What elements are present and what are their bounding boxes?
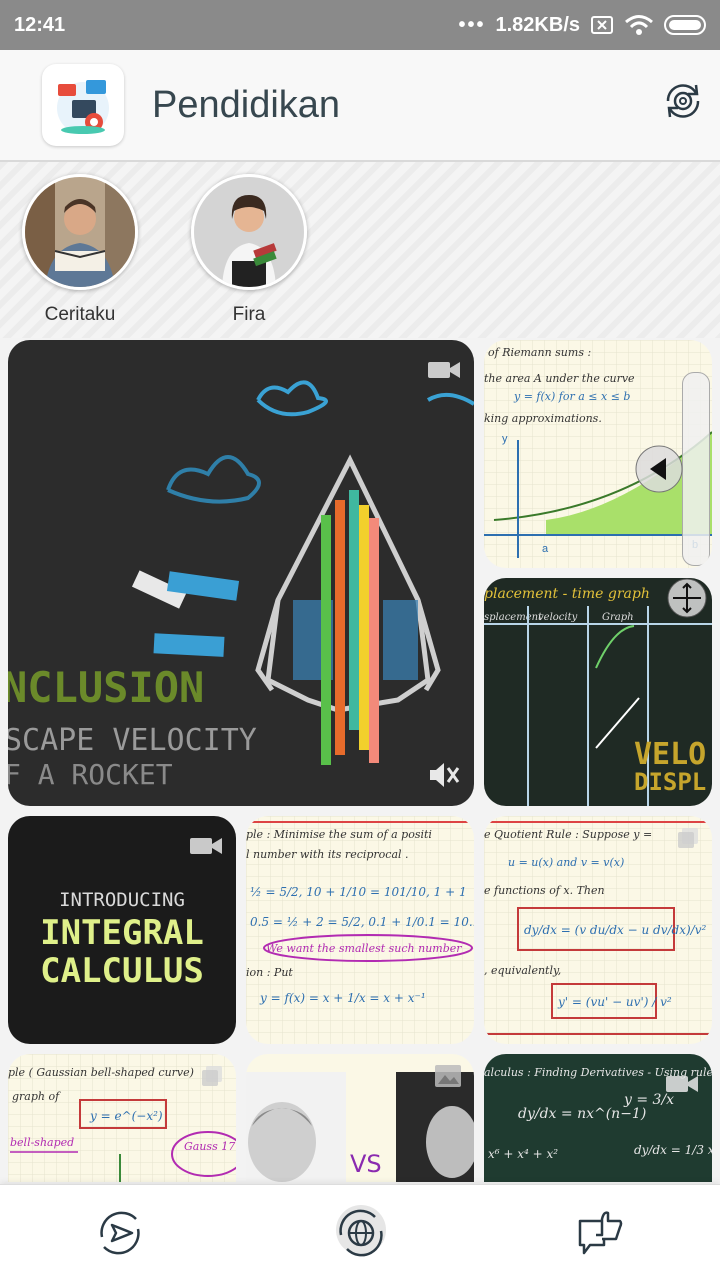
riemann-line2: y = f(x) for a ≤ x ≤ b	[513, 390, 630, 403]
education-app-logo-icon	[42, 64, 124, 146]
bottom-navigation	[0, 1184, 720, 1281]
page-title: Pendidikan	[152, 83, 341, 126]
svg-text:dy/dx = (v du/dx − u dv/dx)/v²: dy/dx = (v du/dx − u dv/dx)/v²	[524, 923, 706, 937]
gallery-icon	[202, 1066, 222, 1086]
status-right: ••• 1.82KB/s	[458, 14, 706, 37]
svg-text:x⁶ + x⁴ + x²: x⁶ + x⁴ + x²	[488, 1147, 558, 1161]
tile-finding-derivatives-video[interactable]: alculus : Finding Derivatives - Using ru…	[484, 1054, 712, 1182]
gauss-line1: ple ( Gaussian bell-shaped curve)	[8, 1066, 194, 1079]
video-camera-icon	[190, 838, 222, 854]
tile-gaussian-curve[interactable]: ple ( Gaussian bell-shaped curve) graph …	[8, 1054, 236, 1182]
story-label: Fira	[232, 304, 266, 325]
riemann-heading: of Riemann sums :	[488, 346, 591, 359]
displacement-col2: velocity	[538, 612, 578, 623]
minimise-line3: ion : Put	[246, 966, 293, 979]
avatar	[22, 174, 138, 290]
minimise-formula: y = f(x) = x + 1/x = x + x⁻¹	[259, 991, 426, 1005]
integral-line3: CALCULUS	[40, 951, 204, 991]
quotient-line3: e functions of x. Then	[484, 884, 605, 897]
drag-handle-icon[interactable]	[664, 578, 710, 618]
riemann-tick-a: a	[542, 543, 549, 555]
video-camera-icon	[666, 1076, 698, 1092]
derivatives-formula2: y = 3/x	[623, 1092, 674, 1108]
gauss-line3: bell-shaped	[10, 1136, 74, 1149]
wifi-icon	[625, 15, 653, 35]
gauss-line2: graph of	[12, 1090, 61, 1103]
story-label: Ceritaku	[44, 304, 116, 325]
displacement-title: placement - time graph	[484, 586, 650, 602]
tile-riemann-sums[interactable]: of Riemann sums : the area A under the c…	[484, 340, 712, 568]
no-sim-icon	[591, 16, 613, 34]
integral-line1: INTRODUCING	[59, 889, 185, 911]
derivatives-formula1: dy/dx = nx^(n−1)	[518, 1106, 646, 1122]
minimise-line2: l number with its reciprocal .	[246, 848, 409, 861]
integral-line2: INTEGRAL	[40, 913, 204, 953]
rocket-text-line2: SCAPE VELOCITY	[8, 723, 257, 758]
send-icon[interactable]	[92, 1205, 148, 1261]
displacement-col3: Graph	[602, 612, 634, 623]
status-bar: 12:41 ••• 1.82KB/s	[0, 0, 720, 50]
displacement-col1: splacement	[484, 612, 543, 623]
story-ceritaku[interactable]: Ceritaku	[20, 174, 140, 326]
battery-icon	[664, 15, 706, 35]
play-back-icon[interactable]	[634, 444, 684, 494]
globe-icon[interactable]	[333, 1205, 389, 1261]
quotient-line4: , equivalently,	[484, 964, 561, 977]
settings-sync-icon[interactable]	[658, 76, 708, 126]
scroll-handle[interactable]	[682, 372, 710, 566]
avatar	[191, 174, 307, 290]
mute-icon[interactable]	[426, 758, 460, 792]
riemann-line3: king approximations.	[484, 412, 602, 425]
riemann-line1: the area A under the curve	[484, 372, 635, 385]
riemann-axis-y: y	[502, 433, 508, 445]
tile-quotient-rule[interactable]: e Quotient Rule : Suppose y = u = u(x) a…	[484, 816, 712, 1044]
video-camera-icon	[428, 362, 460, 378]
image-icon	[435, 1065, 461, 1087]
story-fira[interactable]: Fira	[189, 174, 309, 326]
tile-displacement-graph[interactable]: placement - time graph splacement veloci…	[484, 578, 712, 806]
displacement-word2: DISPL	[634, 768, 706, 796]
stories-row: Ceritaku Fira	[0, 162, 720, 338]
rocket-text-line3: F A ROCKET	[8, 758, 173, 791]
tile-minimise-sum[interactable]: ple : Minimise the sum of a positi l num…	[246, 816, 474, 1044]
minimise-sum-image: ple : Minimise the sum of a positi l num…	[246, 816, 474, 1044]
quotient-line1: e Quotient Rule : Suppose y =	[484, 828, 652, 841]
tile-rocket-video[interactable]: NCLUSION SCAPE VELOCITY F A ROCKET	[8, 340, 474, 806]
displacement-word: VELO	[634, 737, 706, 772]
quotient-line2: u = u(x) and v = v(x)	[508, 856, 624, 869]
quotient-rule-image: e Quotient Rule : Suppose y = u = u(x) a…	[484, 816, 712, 1044]
gauss-formula: y = e^(−x²)	[89, 1109, 163, 1123]
tile-mathematicians-vs[interactable]: VS	[246, 1054, 474, 1182]
portraits-vs: VS	[350, 1150, 382, 1178]
svg-text:0.5 = ½ + 2 = 5/2, 0.1 + 1/0: 0.5 = ½ + 2 = 5/2, 0.1 + 1/0.1 = 10.1	[250, 915, 474, 929]
status-time: 12:41	[14, 13, 66, 36]
rocket-text-line1: NCLUSION	[8, 663, 204, 712]
gauss-label: Gauss 1777–18	[184, 1140, 236, 1153]
svg-text:½ = 5/2, 10 + 1/10 = 101/10,: ½ = 5/2, 10 + 1/10 = 101/10, 1 + 1	[250, 885, 467, 899]
svg-text:dy/dx = 1/3 x: dy/dx = 1/3 x	[634, 1143, 712, 1157]
gallery-icon	[678, 828, 698, 848]
quotient-formula: y' = (vu' − uv') / v²	[557, 995, 672, 1009]
rocket-chalkboard-image: NCLUSION SCAPE VELOCITY F A ROCKET	[8, 340, 474, 806]
like-chat-icon[interactable]	[572, 1205, 628, 1261]
net-speed: 1.82KB/s	[495, 13, 581, 36]
status-dots: •••	[458, 13, 486, 36]
tile-integral-calculus-video[interactable]: INTRODUCING INTEGRAL CALCULUS	[8, 816, 236, 1044]
minimise-note: We want the smallest such number	[266, 942, 462, 955]
app-header: Pendidikan	[0, 50, 720, 162]
minimise-line1: ple : Minimise the sum of a positi	[246, 828, 432, 841]
